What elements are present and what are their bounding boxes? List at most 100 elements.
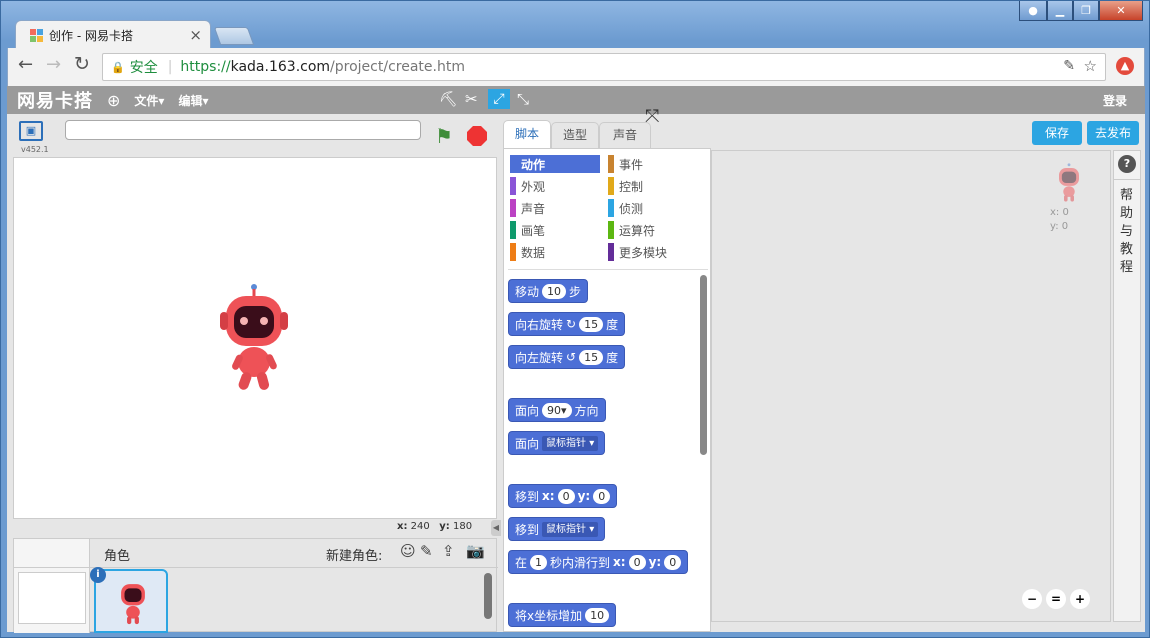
help-icon[interactable]: ? [1118, 155, 1136, 173]
paint-sprite-icon[interactable]: ✎ [420, 542, 433, 560]
shrink-tool-icon[interactable]: ⤡ [517, 90, 529, 108]
presentation-mode-icon[interactable]: ▣ [19, 121, 43, 141]
category-9[interactable]: 更多模块 [608, 243, 667, 261]
category-label: 声音 [521, 201, 546, 216]
new-sprite-label: 新建角色: [326, 549, 383, 564]
zoom-controls: − = + [1022, 589, 1090, 609]
extension-icon[interactable]: ✎ [1063, 58, 1075, 74]
category-color-swatch [608, 199, 614, 217]
category-label: 动作 [521, 157, 546, 172]
help-sidebar[interactable]: ? 帮助与教程 [1113, 150, 1141, 622]
resize-cursor-icon: ⤧ [645, 106, 660, 127]
bookmark-star-icon[interactable]: ☆ [1084, 57, 1097, 75]
file-menu[interactable]: 文件▾ [134, 92, 164, 109]
turn-right-block[interactable]: 向右旋转 ↻ 15 度 [508, 312, 626, 336]
language-globe-icon[interactable]: ⊕ [107, 91, 120, 110]
stage-thumbnail[interactable] [18, 572, 86, 624]
point-towards-block[interactable]: 面向 鼠标指针 ▾ [508, 431, 606, 455]
sprite-list-scrollbar[interactable] [484, 573, 492, 619]
category-label: 数据 [521, 245, 546, 260]
green-flag-icon[interactable]: ⚑ [435, 124, 453, 148]
close-window-button[interactable]: ✕ [1099, 1, 1143, 21]
stage-canvas[interactable] [13, 157, 497, 519]
camera-icon[interactable]: 📷 [466, 542, 485, 560]
zoom-out-icon[interactable]: − [1022, 589, 1042, 609]
secure-label: 安全 [129, 60, 158, 76]
new-tab-button[interactable] [213, 27, 255, 45]
sprite-y-readout: y: 0 [1050, 221, 1069, 232]
stage-header: ▣ v452.1 ⚑ [13, 118, 497, 156]
project-title-input[interactable] [65, 120, 421, 140]
rotate-cw-icon: ↻ [566, 317, 577, 331]
category-color-swatch [608, 155, 614, 173]
sprite-thumbnail[interactable]: i [90, 567, 168, 633]
forward-icon[interactable]: → [46, 54, 61, 75]
choose-sprite-icon[interactable]: ☺ [400, 542, 416, 560]
fullscreen-tool-icon[interactable]: ⤢ [488, 89, 510, 109]
duplicate-tool-icon[interactable]: ⛏ [439, 90, 458, 108]
maximize-button[interactable]: ❐ [1073, 1, 1099, 21]
category-label: 画笔 [521, 223, 546, 238]
category-6[interactable]: 画笔 [510, 221, 545, 239]
category-1[interactable]: 事件 [608, 155, 643, 173]
robot-sprite[interactable] [214, 282, 294, 394]
back-icon[interactable]: ← [18, 54, 33, 75]
category-0[interactable]: 动作 [510, 155, 600, 173]
minimize-button[interactable]: ▁ [1047, 1, 1073, 21]
upload-sprite-icon[interactable]: ⇪ [442, 542, 455, 560]
tab-close-icon[interactable]: × [189, 26, 202, 44]
cut-tool-icon[interactable]: ✂ [465, 90, 478, 108]
category-5[interactable]: 侦测 [608, 199, 643, 217]
publish-button[interactable]: 去发布 [1087, 121, 1139, 145]
app-logo[interactable]: 网易卡搭 [17, 87, 93, 113]
edit-menu[interactable]: 编辑▾ [178, 92, 208, 109]
goto-xy-block[interactable]: 移到 x: 0 y: 0 [508, 484, 618, 508]
tab-scripts[interactable]: 脚本 [503, 120, 551, 148]
login-link[interactable]: 登录 [1103, 92, 1127, 109]
url-scheme: https:// [180, 59, 231, 75]
category-8[interactable]: 数据 [510, 243, 545, 261]
category-label: 运算符 [619, 223, 656, 238]
reload-icon[interactable]: ↻ [74, 53, 90, 75]
zoom-reset-icon[interactable]: = [1046, 589, 1066, 609]
category-2[interactable]: 外观 [510, 177, 545, 195]
category-label: 侦测 [619, 201, 644, 216]
category-color-swatch [510, 243, 516, 261]
point-direction-block[interactable]: 面向 90▾ 方向 [508, 398, 606, 422]
move-block[interactable]: 移动 10 步 [508, 279, 589, 303]
address-bar[interactable]: 🔒 安全 | https:// kada.163.com /project/cr… [102, 53, 1106, 81]
editor-area: ▣ v452.1 ⚑ x: 240 y: 180 ◀ 角色 新建角色: ☺ ✎ … [7, 106, 1145, 633]
category-3[interactable]: 控制 [608, 177, 643, 195]
category-4[interactable]: 声音 [510, 199, 545, 217]
tab-sounds[interactable]: 声音 [599, 122, 651, 148]
sprite-x-readout: x: 0 [1050, 207, 1069, 218]
stage-thumbnail-column [14, 539, 90, 633]
category-label: 事件 [619, 157, 644, 172]
url-host: kada.163.com [230, 59, 331, 75]
category-color-swatch [608, 177, 614, 195]
sprite-info-icon[interactable]: i [90, 567, 106, 583]
category-label: 控制 [619, 179, 644, 194]
palette-tabs: 脚本 造型 声音 [503, 118, 707, 148]
save-button[interactable]: 保存 [1032, 121, 1082, 145]
turn-left-block[interactable]: 向左旋转 ↺ 15 度 [508, 345, 626, 369]
collapse-stage-icon[interactable]: ◀ [491, 520, 501, 536]
stop-icon[interactable] [467, 126, 487, 146]
user-icon[interactable]: ● [1019, 1, 1047, 21]
palette-scrollbar[interactable] [700, 275, 707, 455]
browser-toolbar: ← → ↻ 🔒 安全 | https:// kada.163.com /proj… [7, 48, 1145, 86]
tab-costumes[interactable]: 造型 [551, 122, 599, 148]
script-area[interactable]: x: 0 y: 0 − = + [711, 150, 1111, 622]
zoom-in-icon[interactable]: + [1070, 589, 1090, 609]
current-sprite-icon [1059, 163, 1079, 202]
goto-target-block[interactable]: 移到 鼠标指针 ▾ [508, 517, 606, 541]
glide-block[interactable]: 在 1 秒内滑行到 x: 0 y: 0 [508, 550, 689, 574]
rotate-ccw-icon: ↺ [566, 350, 577, 364]
category-color-swatch [510, 177, 516, 195]
category-label: 外观 [521, 179, 546, 194]
category-7[interactable]: 运算符 [608, 221, 655, 239]
sprite-thumbnail-robot-icon [121, 584, 145, 625]
browser-extension-icon[interactable]: ▲ [1116, 57, 1134, 75]
browser-tab[interactable]: 创作 - 网易卡搭 × [15, 20, 211, 49]
change-x-block[interactable]: 将x坐标增加 10 [508, 603, 617, 627]
